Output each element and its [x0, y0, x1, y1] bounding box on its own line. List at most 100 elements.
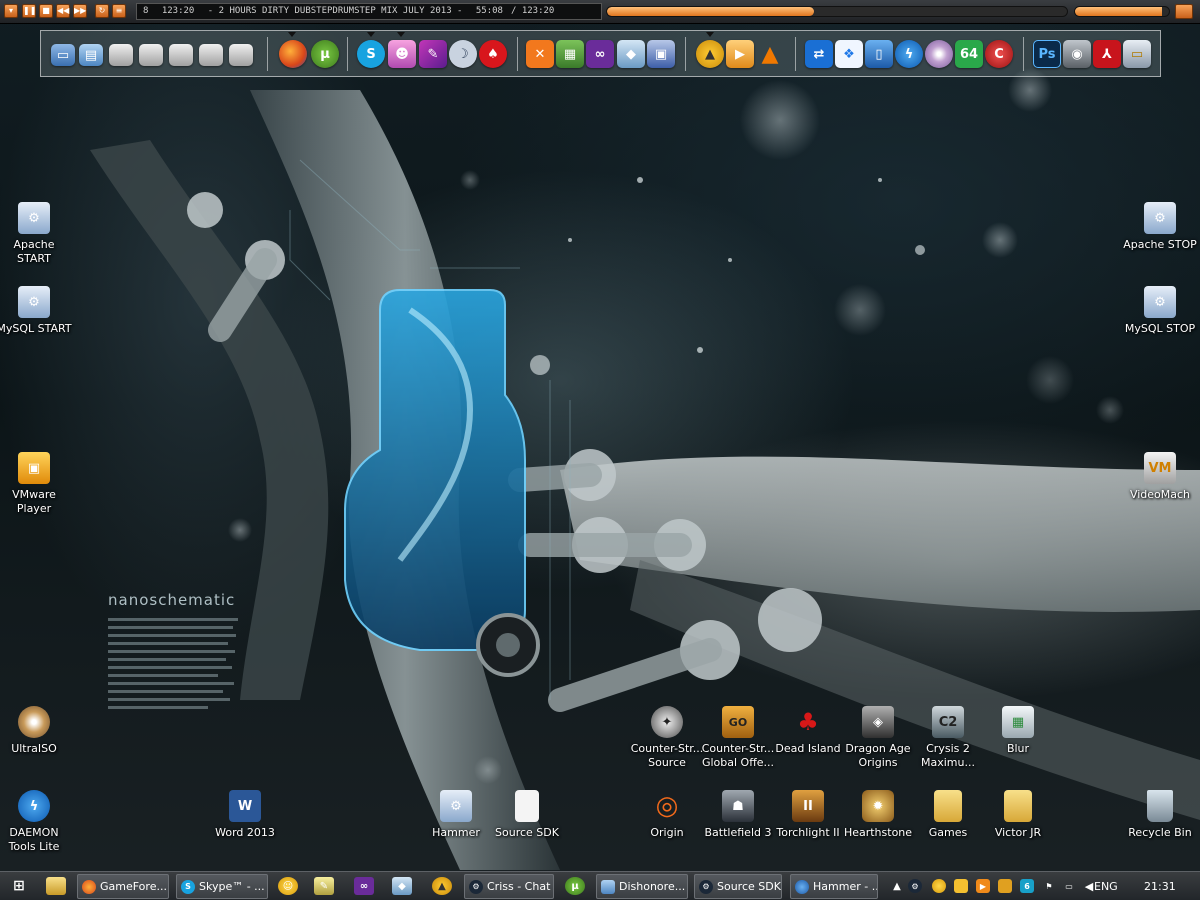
desktop-icon-dragon-age[interactable]: ◈ Dragon Age Origins — [840, 706, 916, 770]
taskbar-button-firefox[interactable]: GameFore... — [77, 874, 169, 899]
tray-app-icon[interactable]: 6 — [1020, 879, 1034, 893]
teamviewer-icon[interactable]: ⇄ — [805, 40, 833, 68]
desktop-icon-daemon[interactable]: ϟ DAEMON Tools Lite — [0, 790, 72, 854]
utorrent-icon[interactable]: µ — [311, 40, 339, 68]
network-drive-icon[interactable]: ▤ — [79, 44, 103, 66]
desktop-icon-hammer[interactable]: ⚙ Hammer — [418, 790, 494, 840]
taskbar-button-skype[interactable]: S Skype™ - ... — [176, 874, 268, 899]
media-player-bar: ▾ ❚❚ ■ ◀◀ ▶▶ ↻ ≡ 8 123:20 - 2 HOURS DIRT… — [0, 0, 1200, 24]
drive-icon[interactable] — [109, 44, 133, 66]
firefox-icon[interactable] — [279, 40, 307, 68]
show-hidden-icons[interactable]: ▲ — [890, 879, 904, 893]
desktop-icon-recycle-bin[interactable]: Recycle Bin — [1122, 790, 1198, 840]
previous-icon[interactable]: ◀◀ — [56, 4, 70, 18]
aimp-icon[interactable]: ▲ — [696, 40, 724, 68]
photoshop-icon[interactable]: Ps — [1033, 40, 1061, 68]
taskbar-button-source-sdk[interactable]: ⚙ Source SDK — [694, 874, 782, 899]
taskbar-button-steam-chat[interactable]: ⚙ Criss - Chat — [464, 874, 554, 899]
messenger-icon[interactable]: ☻ — [388, 40, 416, 68]
disc-icon[interactable] — [925, 40, 953, 68]
equalizer-icon[interactable]: ≡ — [112, 4, 126, 18]
desktop-icon-apache-start[interactable]: ⚙ Apache START — [0, 202, 72, 266]
desktop-icon-word[interactable]: W Word 2013 — [207, 790, 283, 840]
player-icon[interactable]: ▶ — [976, 879, 990, 893]
messenger-icon[interactable] — [932, 879, 946, 893]
moon-icon[interactable]: ☽ — [449, 40, 477, 68]
acrobat-icon[interactable]: ⅄ — [1093, 40, 1121, 68]
volume-slider[interactable] — [1074, 6, 1170, 17]
desktop-icon-apache-stop[interactable]: ⚙ Apache STOP — [1122, 202, 1198, 252]
taskbar-clock[interactable]: 21:31 — [1144, 880, 1176, 893]
desktop-icon-hearthstone[interactable]: ✹ Hearthstone — [840, 790, 916, 840]
desktop-icon-vmware[interactable]: ▣ VMware Player — [0, 452, 72, 516]
visual-studio-icon[interactable]: ∞ — [354, 877, 374, 895]
xampp-icon[interactable]: ✕ — [526, 40, 554, 68]
next-icon[interactable]: ▶▶ — [73, 4, 87, 18]
desktop-icon-videomach[interactable]: VM VideoMach — [1122, 452, 1198, 502]
seek-slider[interactable] — [606, 6, 1068, 17]
devil-icon[interactable]: ♠ — [479, 40, 507, 68]
utorrent-icon[interactable]: µ — [565, 877, 585, 895]
vlc-icon[interactable]: ▲ — [756, 40, 784, 68]
start-button[interactable]: ⊞ — [8, 876, 30, 896]
desktop-icon-cs-source[interactable]: ✦ Counter-Str... Source — [629, 706, 705, 770]
desktop-icon-crysis[interactable]: C2 Crysis 2 Maximu... — [910, 706, 986, 770]
daemon-icon[interactable]: ϟ — [895, 40, 923, 68]
image-editor-icon[interactable]: ▦ — [556, 40, 584, 68]
taskbar-button-hammer[interactable]: Hammer - ... — [790, 874, 878, 899]
desktop-icon-blur[interactable]: ▦ Blur — [980, 706, 1056, 756]
cs-go-icon: GO — [722, 706, 754, 738]
desktop-icon-torchlight[interactable]: II Torchlight II — [770, 790, 846, 840]
desktop-icon-cs-go[interactable]: GO Counter-Str... Global Offe... — [700, 706, 776, 770]
dropbox-icon[interactable]: ❖ — [835, 40, 863, 68]
desktop-icon-label: Blur — [1006, 742, 1030, 755]
running-indicator — [288, 32, 296, 37]
screen-icon[interactable]: ▭ — [1123, 40, 1151, 68]
taskbar-button-dishonored[interactable]: Dishonore... — [596, 874, 688, 899]
desktop-icon-dead-island[interactable]: ♣ Dead Island — [770, 706, 846, 756]
aimp-icon[interactable]: ▲ — [432, 877, 452, 895]
pause-icon[interactable]: ❚❚ — [22, 4, 36, 18]
network-icon[interactable]: ▭ — [1062, 879, 1076, 893]
explorer-icon[interactable] — [46, 877, 66, 895]
language-indicator[interactable]: ENG — [1094, 880, 1118, 893]
desktop-icon-battlefield[interactable]: ☗ Battlefield 3 — [700, 790, 776, 840]
tray-app-icon[interactable] — [954, 879, 968, 893]
drive-icon[interactable] — [229, 44, 253, 66]
phone-icon[interactable]: ▯ — [865, 40, 893, 68]
repeat-icon[interactable]: ↻ — [95, 4, 109, 18]
folder-icon — [1004, 790, 1032, 822]
tray-app-icon[interactable] — [998, 879, 1012, 893]
desktop-icon-origin[interactable]: ◎ Origin — [629, 790, 705, 840]
skype-icon[interactable]: S — [357, 40, 385, 68]
cube-icon[interactable]: ◆ — [392, 877, 412, 895]
camera-icon[interactable]: ◉ — [1063, 40, 1091, 68]
drive-icon[interactable] — [169, 44, 193, 66]
drive-icon[interactable] — [139, 44, 163, 66]
ccleaner-icon[interactable]: C — [985, 40, 1013, 68]
stop-icon[interactable]: ■ — [39, 4, 53, 18]
player-icon[interactable]: ▶ — [726, 40, 754, 68]
notes-icon[interactable]: ✎ — [314, 877, 334, 895]
action-center-icon[interactable]: ⚑ — [1042, 879, 1056, 893]
cube-icon[interactable]: ◆ — [617, 40, 645, 68]
menu-icon[interactable]: ▾ — [4, 4, 18, 18]
volume-icon[interactable] — [1175, 4, 1193, 19]
computer-icon[interactable]: ▭ — [51, 44, 75, 66]
dock-separator — [517, 37, 518, 71]
steam-icon[interactable]: ⚙ — [908, 879, 922, 893]
visual-studio-icon[interactable]: ∞ — [586, 40, 614, 68]
aida64-icon[interactable]: 64 — [955, 40, 983, 68]
desktop-icon-mysql-stop[interactable]: ⚙ MySQL STOP — [1122, 286, 1198, 336]
drive-icon[interactable] — [199, 44, 223, 66]
paint-icon[interactable]: ✎ — [419, 40, 447, 68]
save-icon[interactable]: ▣ — [647, 40, 675, 68]
desktop-icon-ultraiso[interactable]: UltraISO — [0, 706, 72, 756]
desktop-icon-games[interactable]: Games — [910, 790, 986, 840]
origin-icon: ◎ — [655, 791, 679, 821]
desktop-icon-victor[interactable]: Victor JR — [980, 790, 1056, 840]
desktop-icon-label: Dragon Age Origins — [845, 742, 911, 769]
messenger-icon[interactable]: ☺ — [278, 877, 298, 895]
desktop-icon-mysql-start[interactable]: ⚙ MySQL START — [0, 286, 72, 336]
desktop-icon-source-sdk[interactable]: Source SDK — [489, 790, 565, 840]
